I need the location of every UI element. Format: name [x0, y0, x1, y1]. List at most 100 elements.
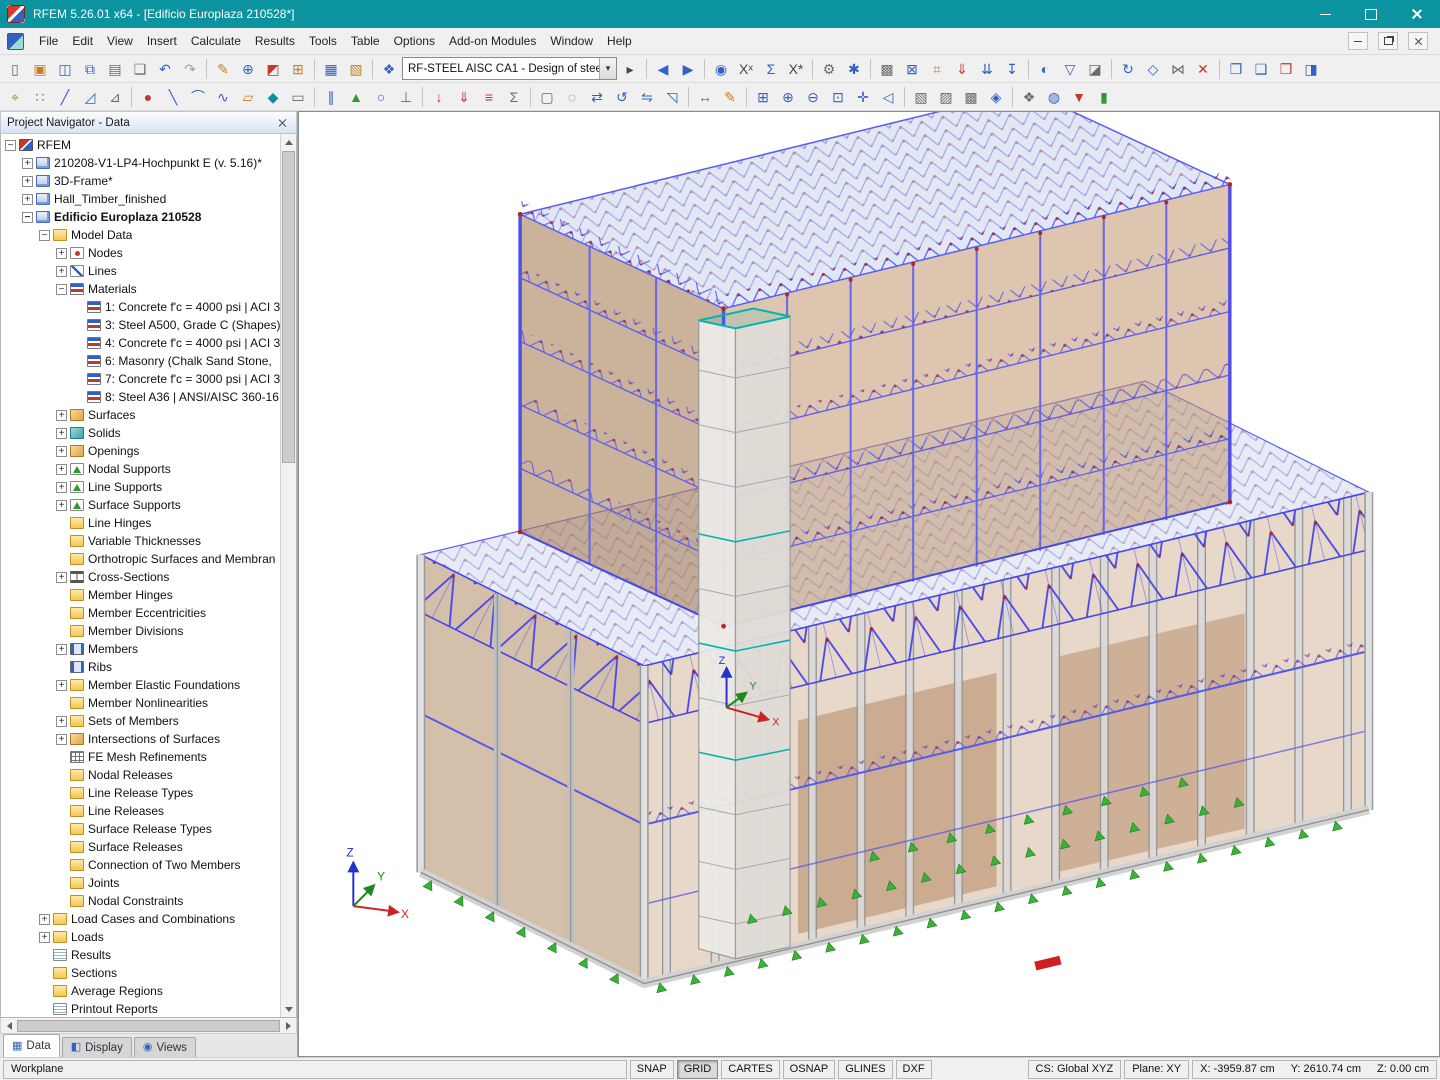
copy-button[interactable]: ❏: [128, 57, 152, 81]
maximize-button[interactable]: [1348, 0, 1394, 28]
new-structure-button[interactable]: ◩: [261, 57, 285, 81]
extremes-button[interactable]: X*: [784, 57, 808, 81]
menu-help[interactable]: Help: [600, 30, 639, 52]
zoom-in-button[interactable]: ⊕: [776, 85, 800, 109]
comments-button[interactable]: ✎: [718, 85, 742, 109]
tree-item-orthotropic-surfaces-and-membran[interactable]: Orthotropic Surfaces and Membran: [1, 550, 280, 568]
scroll-down-button[interactable]: [281, 1002, 296, 1017]
workplane-button[interactable]: ◿: [78, 85, 102, 109]
panel-project-button[interactable]: ❐: [1224, 57, 1248, 81]
fe-mesh-button[interactable]: ▩: [875, 57, 899, 81]
view-xy-button[interactable]: ▧: [909, 85, 933, 109]
expand-toggle[interactable]: +: [56, 410, 67, 421]
expand-toggle[interactable]: +: [56, 446, 67, 457]
guidelines-button[interactable]: ╱: [53, 85, 77, 109]
expand-toggle[interactable]: +: [56, 500, 67, 511]
tree-item-surface-release-types[interactable]: Surface Release Types: [1, 820, 280, 838]
select-special-button[interactable]: ◌: [560, 85, 584, 109]
tree-item-fe-mesh-refinements[interactable]: FE Mesh Refinements: [1, 748, 280, 766]
expand-toggle[interactable]: +: [56, 644, 67, 655]
open-module-button[interactable]: ▸: [618, 57, 642, 81]
tree-item-intersections-of-surfaces[interactable]: +Intersections of Surfaces: [1, 730, 280, 748]
tree-item-surfaces[interactable]: +Surfaces: [1, 406, 280, 424]
grid-button[interactable]: ∷: [28, 85, 52, 109]
zoom-all-button[interactable]: ⊡: [826, 85, 850, 109]
tree-item-3d-frame[interactable]: +3D-Frame*: [1, 172, 280, 190]
tree-item-connection-of-two-members[interactable]: Connection of Two Members: [1, 856, 280, 874]
child-restore-button[interactable]: [1378, 32, 1398, 50]
rotate-copy-button[interactable]: ↺: [610, 85, 634, 109]
tree-item-sections[interactable]: Sections: [1, 964, 280, 982]
result-values-button[interactable]: Xˣ: [734, 57, 758, 81]
expand-toggle[interactable]: +: [22, 176, 33, 187]
undo-button[interactable]: ↶: [153, 57, 177, 81]
scroll-up-button[interactable]: [281, 134, 296, 149]
expand-toggle[interactable]: −: [56, 284, 67, 295]
loads-member-button[interactable]: ⇊: [975, 57, 999, 81]
menu-insert[interactable]: Insert: [140, 30, 184, 52]
new-support-button[interactable]: ▲: [344, 85, 368, 109]
expand-toggle[interactable]: +: [56, 716, 67, 727]
save-button[interactable]: ◫: [53, 57, 77, 81]
tree-item-member-elastic-foundations[interactable]: +Member Elastic Foundations: [1, 676, 280, 694]
tree-item-1-concrete-f-c-4000-psi-aci-3[interactable]: 1: Concrete f'c = 4000 psi | ACI 3: [1, 298, 280, 316]
scroll-left-button[interactable]: [1, 1018, 16, 1033]
tree-item-cross-sections[interactable]: +Cross-Sections: [1, 568, 280, 586]
redo-button[interactable]: ↷: [178, 57, 202, 81]
addon-modules-button[interactable]: ❖: [377, 57, 401, 81]
tree-item-nodes[interactable]: +Nodes: [1, 244, 280, 262]
toggle-osnap[interactable]: OSNAP: [783, 1060, 836, 1079]
rendering-button[interactable]: ◍: [1042, 85, 1066, 109]
menu-add-on-modules[interactable]: Add-on Modules: [442, 30, 543, 52]
tab-views[interactable]: ◉Views: [134, 1037, 196, 1057]
tree-item-line-release-types[interactable]: Line Release Types: [1, 784, 280, 802]
tree-item-results[interactable]: Results: [1, 946, 280, 964]
print-button[interactable]: ▤: [103, 57, 127, 81]
select-button[interactable]: ▢: [535, 85, 559, 109]
expand-toggle[interactable]: +: [56, 266, 67, 277]
new-surface-button[interactable]: ▱: [236, 85, 260, 109]
nav-forward-button[interactable]: ▶: [676, 57, 700, 81]
zoom-button[interactable]: ⊕: [236, 57, 260, 81]
minimize-button[interactable]: [1302, 0, 1348, 28]
tree-item-210208-v1-lp4-hochpunkt-e-v-5-16[interactable]: +210208-V1-LP4-Hochpunkt E (v. 5.16)*: [1, 154, 280, 172]
move-copy-button[interactable]: ⇄: [585, 85, 609, 109]
clipping-box-button[interactable]: ◪: [1083, 57, 1107, 81]
pan-button[interactable]: ✛: [851, 85, 875, 109]
document-icon[interactable]: [7, 33, 24, 50]
tree-item-average-regions[interactable]: Average Regions: [1, 982, 280, 1000]
tree-item-variable-thicknesses[interactable]: Variable Thicknesses: [1, 532, 280, 550]
loads-nodal-button[interactable]: ⇓: [950, 57, 974, 81]
expand-toggle[interactable]: +: [56, 248, 67, 259]
tree-item-surface-supports[interactable]: +Surface Supports: [1, 496, 280, 514]
close-button[interactable]: [1394, 0, 1440, 28]
menu-file[interactable]: File: [32, 30, 65, 52]
toggle-cartes[interactable]: CARTES: [721, 1060, 779, 1079]
new-spline-button[interactable]: ∿: [211, 85, 235, 109]
display-properties-button[interactable]: ❖: [1017, 85, 1041, 109]
menu-calculate[interactable]: Calculate: [184, 30, 248, 52]
table-settings-button[interactable]: ▧: [344, 57, 368, 81]
child-close-button[interactable]: [1408, 32, 1428, 50]
new-model-button[interactable]: ▯: [3, 57, 27, 81]
color-palette-button[interactable]: ▼: [1067, 85, 1091, 109]
loads-surface-button[interactable]: ↧: [1000, 57, 1024, 81]
isometric-button[interactable]: ◇: [1141, 57, 1165, 81]
toggle-snap[interactable]: SNAP: [630, 1060, 674, 1079]
tree-item-ribs[interactable]: Ribs: [1, 658, 280, 676]
tree-item-printout-reports[interactable]: Printout Reports: [1, 1000, 280, 1017]
tree-item-4-concrete-f-c-4000-psi-aci-3[interactable]: 4: Concrete f'c = 4000 psi | ACI 3: [1, 334, 280, 352]
mesh-settings-button[interactable]: ⊠: [900, 57, 924, 81]
tree-item-hall-timber-finished[interactable]: +Hall_Timber_finished: [1, 190, 280, 208]
tables-button[interactable]: ▦: [319, 57, 343, 81]
child-minimize-button[interactable]: [1348, 32, 1368, 50]
view-xz-button[interactable]: ▨: [934, 85, 958, 109]
module-select[interactable]: RF-STEEL AISC CA1 - Design of steel me▾: [402, 57, 617, 80]
expand-toggle[interactable]: +: [56, 482, 67, 493]
vscroll-thumb[interactable]: [282, 151, 295, 463]
mirror-copy-button[interactable]: ⇋: [635, 85, 659, 109]
panel-results-button[interactable]: ◨: [1299, 57, 1323, 81]
toggle-grid[interactable]: GRID: [677, 1060, 719, 1079]
expand-toggle[interactable]: +: [22, 194, 33, 205]
menu-edit[interactable]: Edit: [65, 30, 100, 52]
